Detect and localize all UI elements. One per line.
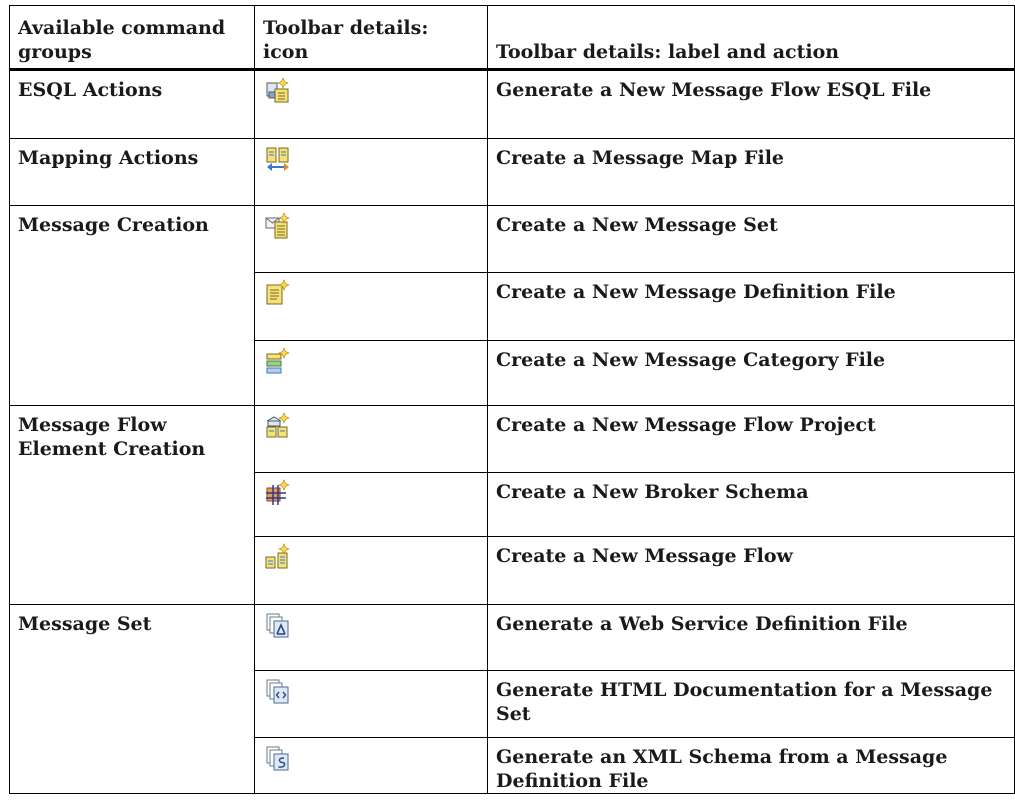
header-groups: Available command groups [9, 5, 255, 71]
message-category-icon[interactable] [264, 347, 292, 375]
group-mapping-actions: Mapping Actions [9, 138, 255, 206]
action-label: Generate a Web Service Definition File [487, 604, 1015, 671]
header-action: Toolbar details: label and action [487, 5, 1015, 71]
table-row: Message Flow Element Creation Create a N… [9, 405, 1015, 605]
xml-schema-icon[interactable] [264, 744, 292, 772]
toolbar-commands-table: Available command groups Toolbar details… [9, 5, 1015, 794]
message-set-icon[interactable] [264, 212, 292, 240]
message-definition-icon[interactable] [264, 279, 292, 307]
message-map-icon[interactable] [264, 145, 292, 173]
table-row: Message Set Generate a Web Service Defin… [9, 604, 1015, 794]
group-message-creation: Message Creation [9, 205, 255, 406]
table-header-row: Available command groups Toolbar details… [9, 5, 1015, 71]
table-row: Message Creation Create a New Message Se… [9, 205, 1015, 406]
html-doc-icon[interactable] [264, 677, 292, 705]
action-label: Create a New Message Flow [487, 536, 1015, 605]
action-label: Create a Message Map File [487, 138, 1015, 206]
broker-schema-icon[interactable] [264, 479, 292, 507]
action-label: Generate an XML Schema from a Message De… [487, 737, 1015, 794]
group-esql-actions: ESQL Actions [9, 69, 255, 139]
wsdl-icon[interactable] [264, 611, 292, 639]
action-label: Create a New Message Definition File [487, 272, 1015, 341]
table-row: ESQL Actions Generate a New Message Flow… [9, 69, 1015, 139]
action-label: Create a New Broker Schema [487, 472, 1015, 537]
group-message-flow-element-creation: Message Flow Element Creation [9, 405, 255, 605]
flow-project-icon[interactable] [264, 412, 292, 440]
header-icon: Toolbar details: icon [254, 5, 488, 71]
esql-file-icon[interactable] [264, 77, 292, 105]
group-message-set: Message Set [9, 604, 255, 794]
message-flow-icon[interactable] [264, 543, 292, 571]
table-row: Mapping Actions Create a Message Map Fil… [9, 138, 1015, 206]
action-label: Create a New Message Category File [487, 340, 1015, 406]
action-label: Generate HTML Documentation for a Messag… [487, 670, 1015, 738]
action-label: Create a New Message Flow Project [487, 405, 1015, 473]
action-label: Create a New Message Set [487, 205, 1015, 273]
action-label: Generate a New Message Flow ESQL File [487, 69, 1015, 139]
